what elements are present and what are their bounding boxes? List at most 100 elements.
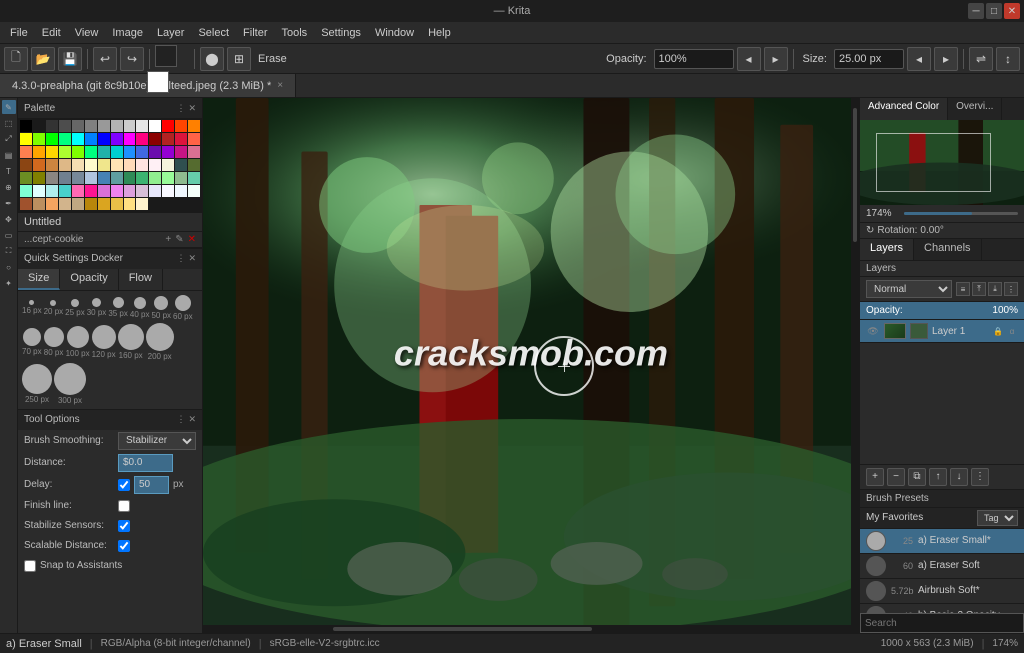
palette-color-cell[interactable] — [136, 198, 148, 210]
palette-color-cell[interactable] — [149, 159, 161, 171]
palette-color-cell[interactable] — [111, 159, 123, 171]
color-swatches[interactable] — [155, 45, 189, 73]
opacity-down-btn[interactable]: ◂ — [737, 47, 761, 71]
brush-size-item[interactable]: 160 px — [118, 324, 144, 360]
redo-button[interactable]: ↪ — [120, 47, 144, 71]
palette-color-cell[interactable] — [33, 146, 45, 158]
palette-color-cell[interactable] — [46, 198, 58, 210]
palette-color-cell[interactable] — [72, 198, 84, 210]
palette-color-cell[interactable] — [46, 185, 58, 197]
palette-color-cell[interactable] — [46, 146, 58, 158]
brush-tool-btn[interactable]: ⬤ — [200, 47, 224, 71]
palette-color-cell[interactable] — [149, 185, 161, 197]
tab-advanced-color[interactable]: Advanced Color — [860, 98, 948, 120]
tab-overview[interactable]: Overvi... — [948, 98, 1002, 120]
brush-size-item[interactable]: 250 px — [22, 364, 52, 404]
foreground-color[interactable] — [155, 45, 177, 67]
palette-color-cell[interactable] — [46, 172, 58, 184]
palette-color-cell[interactable] — [124, 133, 136, 145]
brush-size-item[interactable]: 120 px — [92, 325, 116, 359]
brush-size-item[interactable]: 100 px — [66, 326, 90, 358]
menu-file[interactable]: File — [4, 25, 34, 41]
quick-settings-menu-btn[interactable]: ⋮ — [176, 253, 185, 264]
brush-del-btn[interactable]: ✕ — [188, 234, 196, 245]
grid-btn[interactable]: ⊞ — [227, 47, 251, 71]
zoom-tool-icon[interactable]: ⊕ — [2, 180, 16, 194]
palette-color-cell[interactable] — [175, 172, 187, 184]
add-layer-btn[interactable]: + — [866, 468, 884, 486]
gradient-tool-icon[interactable]: ▭ — [2, 228, 16, 242]
palette-color-cell[interactable] — [98, 120, 110, 132]
palette-color-cell[interactable] — [85, 159, 97, 171]
snap-assistants-checkbox[interactable] — [24, 560, 36, 572]
canvas-scrollbar-h-thumb[interactable] — [333, 627, 592, 631]
canvas-area[interactable]: cracksmob.com — [203, 98, 859, 633]
palette-color-cell[interactable] — [20, 159, 32, 171]
tab-flow[interactable]: Flow — [119, 269, 163, 290]
brush-size-item[interactable]: 35 px — [108, 297, 128, 318]
brush-size-item[interactable]: 70 px — [22, 328, 42, 356]
palette-color-cell[interactable] — [20, 198, 32, 210]
palette-color-cell[interactable] — [33, 159, 45, 171]
undo-button[interactable]: ↩ — [93, 47, 117, 71]
menu-settings[interactable]: Settings — [315, 25, 367, 41]
palette-color-cell[interactable] — [72, 146, 84, 158]
palette-color-cell[interactable] — [85, 185, 97, 197]
brush-size-item[interactable]: 30 px — [87, 298, 107, 317]
brush-smoothing-select[interactable]: Stabilizer Basic None — [118, 432, 196, 450]
brush-size-item[interactable]: 50 px — [151, 296, 171, 320]
mirror-btn[interactable]: ⇌ — [969, 47, 993, 71]
opacity-input[interactable] — [654, 49, 734, 69]
palette-color-cell[interactable] — [175, 120, 187, 132]
palette-color-cell[interactable] — [33, 185, 45, 197]
duplicate-layer-btn[interactable]: ⧉ — [908, 468, 926, 486]
palette-color-cell[interactable] — [33, 198, 45, 210]
distance-input[interactable] — [118, 454, 173, 472]
brush-tool-icon[interactable]: ✎ — [2, 100, 16, 114]
palette-color-cell[interactable] — [59, 159, 71, 171]
palette-color-cell[interactable] — [85, 172, 97, 184]
layer-more-btn[interactable]: ⋮ — [971, 468, 989, 486]
eyedropper-tool-icon[interactable]: ✒ — [2, 196, 16, 210]
palette-color-cell[interactable] — [188, 133, 200, 145]
close-button[interactable]: ✕ — [1004, 3, 1020, 19]
palette-color-cell[interactable] — [136, 159, 148, 171]
layer-visibility-toggle[interactable]: 👁 — [866, 324, 880, 338]
palette-color-cell[interactable] — [136, 172, 148, 184]
path-tool-icon[interactable]: ✦ — [2, 276, 16, 290]
delay-checkbox[interactable] — [118, 479, 130, 491]
palette-color-cell[interactable] — [72, 133, 84, 145]
palette-color-cell[interactable] — [46, 120, 58, 132]
move-layer-down-btn[interactable]: ↓ — [950, 468, 968, 486]
brush-size-item[interactable]: 60 px — [173, 295, 193, 321]
palette-color-cell[interactable] — [85, 120, 97, 132]
remove-layer-btn[interactable]: − — [887, 468, 905, 486]
brush-presets-tag-select[interactable]: Tag — [977, 510, 1018, 526]
blend-icon-2[interactable]: ⤒ — [972, 282, 986, 296]
canvas-scrollbar-horizontal[interactable] — [203, 625, 851, 633]
new-button[interactable]: 🗋 — [4, 47, 28, 71]
size-up-btn[interactable]: ▸ — [934, 47, 958, 71]
menu-filter[interactable]: Filter — [237, 25, 273, 41]
layer-lock-icon[interactable]: 🔒 — [992, 325, 1004, 337]
palette-color-cell[interactable] — [98, 133, 110, 145]
brush-size-item[interactable]: 25 px — [65, 299, 85, 317]
layer-alpha-icon[interactable]: α — [1006, 325, 1018, 337]
palette-color-cell[interactable] — [124, 146, 136, 158]
brush-size-item[interactable]: 200 px — [146, 323, 174, 361]
palette-color-cell[interactable] — [98, 185, 110, 197]
menu-layer[interactable]: Layer — [151, 25, 191, 41]
palette-color-cell[interactable] — [136, 146, 148, 158]
wrap-btn[interactable]: ↕ — [996, 47, 1020, 71]
scalable-distance-checkbox[interactable] — [118, 540, 130, 552]
palette-color-cell[interactable] — [188, 146, 200, 158]
file-tab-close-button[interactable]: × — [277, 80, 283, 91]
palette-color-cell[interactable] — [149, 146, 161, 158]
palette-color-cell[interactable] — [20, 172, 32, 184]
brush-preset-item[interactable]: 60a) Eraser Soft — [860, 554, 1024, 579]
brush-edit-btn[interactable]: ✎ — [175, 234, 183, 245]
palette-color-cell[interactable] — [149, 120, 161, 132]
brush-size-item[interactable]: 80 px — [44, 327, 64, 357]
palette-color-cell[interactable] — [59, 146, 71, 158]
finish-line-checkbox[interactable] — [118, 500, 130, 512]
